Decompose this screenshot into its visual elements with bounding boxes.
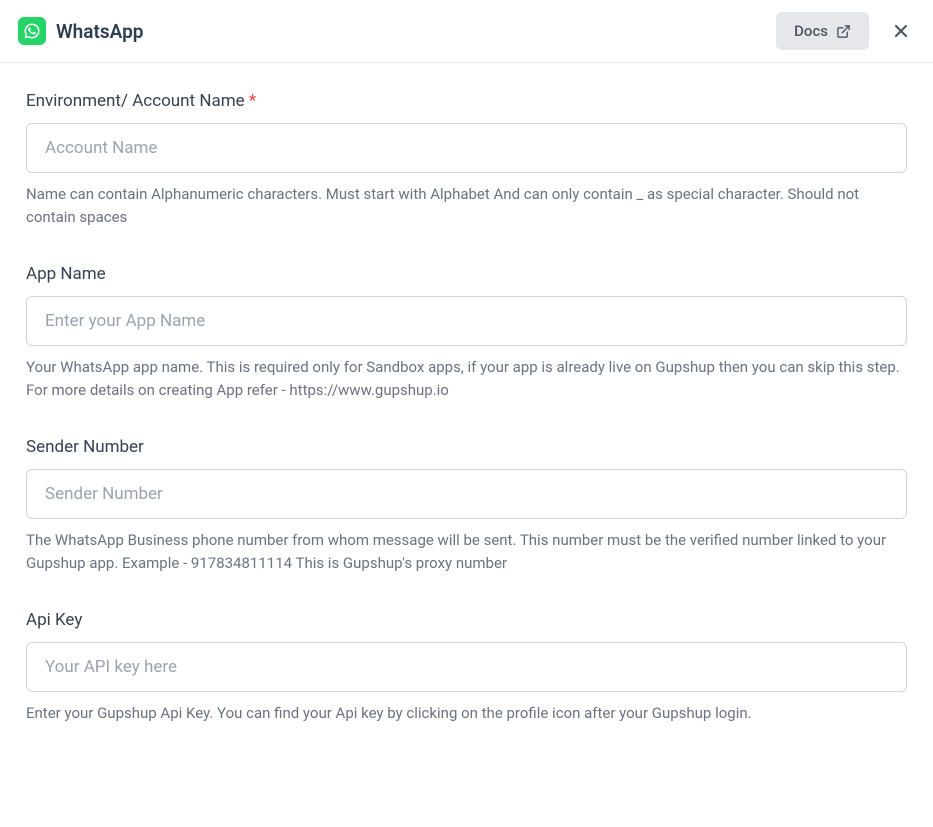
docs-button[interactable]: Docs (776, 12, 869, 50)
app-name-input[interactable] (26, 296, 907, 346)
sender-number-input[interactable] (26, 469, 907, 519)
api-key-input[interactable] (26, 642, 907, 692)
panel-header: WhatsApp Docs (0, 0, 933, 63)
account-name-input[interactable] (26, 123, 907, 173)
form-container: Environment/ Account Name * Name can con… (0, 63, 933, 789)
external-link-icon (836, 24, 851, 39)
account-name-help: Name can contain Alphanumeric characters… (26, 183, 907, 228)
app-name-group: App Name Your WhatsApp app name. This is… (26, 264, 907, 401)
account-name-label: Environment/ Account Name * (26, 91, 907, 111)
whatsapp-icon (18, 17, 46, 45)
header-left: WhatsApp (18, 17, 143, 45)
api-key-group: Api Key Enter your Gupshup Api Key. You … (26, 610, 907, 725)
header-right: Docs (776, 12, 915, 50)
docs-label: Docs (794, 22, 828, 40)
app-name-help: Your WhatsApp app name. This is required… (26, 356, 907, 401)
required-marker: * (249, 91, 256, 111)
api-key-help: Enter your Gupshup Api Key. You can find… (26, 702, 907, 725)
close-button[interactable] (887, 17, 915, 45)
sender-number-label: Sender Number (26, 437, 907, 457)
sender-number-help: The WhatsApp Business phone number from … (26, 529, 907, 574)
app-name-label: App Name (26, 264, 907, 284)
page-title: WhatsApp (56, 20, 143, 43)
account-name-group: Environment/ Account Name * Name can con… (26, 91, 907, 228)
api-key-label: Api Key (26, 610, 907, 630)
sender-number-group: Sender Number The WhatsApp Business phon… (26, 437, 907, 574)
close-icon (891, 21, 911, 41)
